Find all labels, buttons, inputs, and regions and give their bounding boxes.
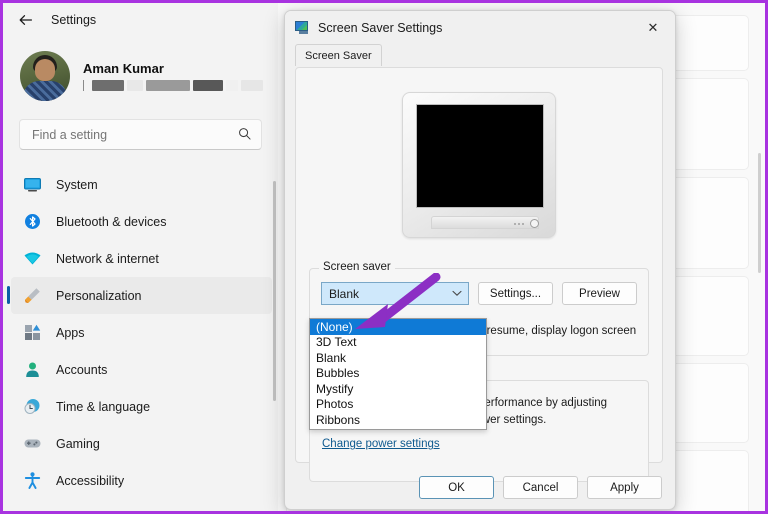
preview-monitor [402,92,556,238]
sidebar-item-system[interactable]: System [11,166,272,203]
settings-titlebar: Settings [3,3,278,37]
close-icon[interactable]: ✕ [631,12,675,44]
cancel-button[interactable]: Cancel [503,476,578,499]
redaction-block [241,80,263,91]
screenshot-root: Settings Aman Kumar Find a setting Syste… [0,0,768,514]
preview-monitor-vents [514,223,525,225]
email-caret [83,80,84,91]
sidebar-scrollbar[interactable] [273,181,276,401]
sidebar-item-label: Accounts [56,362,108,377]
content-scrollbar[interactable] [758,153,761,273]
dropdown-option-mystify[interactable]: Mystify [310,381,486,397]
dropdown-option-blank[interactable]: Blank [310,350,486,366]
resume-logon-label: On resume, display logon screen [468,324,637,337]
sidebar-item-bluetooth-devices[interactable]: Bluetooth & devices [11,203,272,240]
app-title: Settings [51,13,97,27]
screen-saver-controls-row: Blank Settings... Preview [310,269,648,305]
search-container [3,115,278,150]
sidebar-item-label: Time & language [56,399,151,414]
account-name: Aman Kumar [83,61,164,76]
dropdown-option-bubbles[interactable]: Bubbles [310,366,486,382]
ok-button[interactable]: OK [419,476,494,499]
accessibility-icon [23,471,42,490]
sidebar-item-label: Accessibility [56,473,125,488]
account-row[interactable]: Aman Kumar [3,37,278,115]
dropdown-option-none[interactable]: (None) [310,319,486,335]
redaction-block [146,80,190,91]
clock-icon [23,397,42,416]
sidebar-item-apps[interactable]: Apps [11,314,272,351]
dialog-footer: OK Cancel Apply [419,476,662,499]
accounts-icon [23,360,42,379]
redaction-block [193,80,223,91]
gamepad-icon [23,434,42,453]
sidebar-item-label: Gaming [56,436,100,451]
redaction-block [226,80,238,91]
sidebar-item-accessibility[interactable]: Accessibility [11,462,272,499]
screen-saver-combobox-value: Blank [329,286,360,301]
avatar-body [23,81,67,101]
apply-button[interactable]: Apply [587,476,662,499]
screen-saver-dropdown-list[interactable]: (None) 3D Text Blank Bubbles Mystify Pho… [309,318,487,430]
wifi-icon [23,249,42,268]
search-icon[interactable] [238,127,251,142]
apps-icon [23,323,42,342]
change-power-settings-link[interactable]: Change power settings [322,438,440,450]
sidebar-item-network-internet[interactable]: Network & internet [11,240,272,277]
screen-saver-combobox[interactable]: Blank [321,282,469,305]
dropdown-option-3d-text[interactable]: 3D Text [310,335,486,351]
sidebar-nav-list: System Bluetooth & devices Network & int… [3,150,278,499]
account-email-redacted [83,80,263,91]
sidebar-item-label: Personalization [56,288,142,303]
screen-saver-preview-button[interactable]: Preview [562,282,637,305]
account-text: Aman Kumar [83,61,263,91]
sidebar-item-label: Bluetooth & devices [56,214,167,229]
sidebar-item-time-language[interactable]: Time & language [11,388,272,425]
tab-screen-saver[interactable]: Screen Saver [295,44,382,66]
sidebar-item-accounts[interactable]: Accounts [11,351,272,388]
redaction-block [92,80,124,91]
dialog-tabstrip: Screen Saver [285,44,675,67]
dialog-title: Screen Saver Settings [318,20,443,35]
sidebar-item-gaming[interactable]: Gaming [11,425,272,462]
bluetooth-icon [23,212,42,231]
monitor-icon-base [299,31,308,34]
screen-saver-settings-button[interactable]: Settings... [478,282,553,305]
settings-sidebar: Settings Aman Kumar Find a setting Syste… [3,3,278,511]
dropdown-option-ribbons[interactable]: Ribbons [310,412,486,428]
preview-area [296,68,662,238]
avatar[interactable] [20,51,70,101]
screen-saver-group-legend: Screen saver [319,261,395,273]
monitor-icon-screen [295,21,308,31]
system-icon [23,175,42,194]
paintbrush-icon [23,286,42,305]
sidebar-item-label: System [56,177,98,192]
chevron-down-icon[interactable] [452,289,462,299]
monitor-icon [295,21,310,34]
sidebar-item-label: Apps [56,325,85,340]
back-arrow-icon[interactable] [17,11,35,29]
sidebar-item-label: Network & internet [56,251,159,266]
search-input[interactable] [32,127,238,142]
preview-monitor-power-button [530,219,539,228]
redaction-block [127,80,143,91]
screen-saver-settings-dialog: Screen Saver Settings ✕ Screen Saver Scr… [284,10,676,510]
preview-monitor-screen [416,104,544,208]
dropdown-option-photos[interactable]: Photos [310,397,486,413]
avatar-face [35,59,55,81]
search-box[interactable] [19,119,262,150]
dialog-titlebar: Screen Saver Settings ✕ [285,11,675,44]
sidebar-item-personalization[interactable]: Personalization [7,277,272,314]
